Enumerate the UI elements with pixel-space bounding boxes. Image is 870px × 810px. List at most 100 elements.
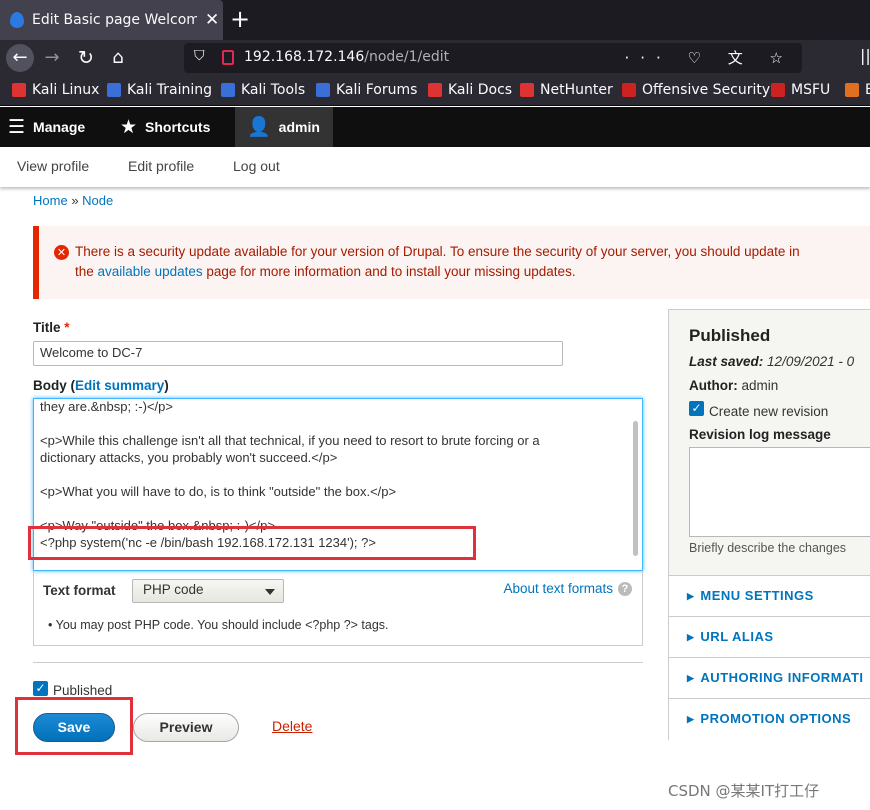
triangle-right-icon: ▶: [687, 673, 695, 683]
bookmark-item[interactable]: Offensive Security: [622, 82, 770, 98]
hamburger-icon: ☰: [8, 116, 26, 138]
textarea-scrollbar[interactable]: [633, 421, 638, 556]
breadcrumb-node[interactable]: Node: [82, 193, 113, 208]
bookmark-item[interactable]: Kali Forums: [316, 82, 417, 98]
bookmark-label: Offensive Security: [642, 82, 771, 98]
required-marker: *: [64, 320, 70, 335]
url-bar[interactable]: ⛉ 192.168.172.146/node/1/edit ··· ♡ 文 ☆: [184, 43, 802, 73]
triangle-right-icon: ▶: [687, 632, 695, 642]
library-icon[interactable]: |||\: [860, 46, 870, 65]
breadcrumb-separator: »: [71, 193, 79, 208]
published-checkbox[interactable]: ✓: [33, 681, 48, 696]
revision-log-label-text: Revision log message: [689, 427, 831, 442]
bookmark-item[interactable]: E: [845, 82, 870, 98]
close-tab-icon[interactable]: ✕: [205, 10, 219, 30]
log-out-link[interactable]: Log out: [233, 158, 280, 174]
bookmark-icon: [520, 83, 534, 97]
url-text[interactable]: 192.168.172.146/node/1/edit: [244, 49, 449, 65]
toolbar-shortcuts-label: Shortcuts: [145, 119, 211, 135]
body-code-line: dictionary attacks, you probably won't s…: [40, 450, 338, 465]
bookmark-item[interactable]: Kali Tools: [221, 82, 305, 98]
drupal-favicon-icon: [10, 12, 24, 28]
author: Author: admin: [689, 378, 778, 393]
published-label: Published: [53, 683, 113, 698]
last-saved-label: Last saved:: [689, 354, 764, 369]
user-icon: 👤: [247, 117, 271, 138]
alert-line-1: There is a security update available for…: [75, 244, 800, 259]
available-updates-link[interactable]: available updates: [98, 264, 203, 279]
about-text-formats-link[interactable]: About text formats ?: [503, 581, 632, 596]
back-button[interactable]: ←: [6, 44, 34, 72]
tab-title: Edit Basic page Welcome: [32, 12, 197, 28]
triangle-right-icon: ▶: [687, 591, 695, 601]
text-format-value: PHP code: [143, 582, 204, 597]
bookmark-item[interactable]: Kali Docs: [428, 82, 512, 98]
bookmark-label: MSFU: [791, 82, 831, 98]
edit-profile-link[interactable]: Edit profile: [128, 158, 194, 174]
toolbar-admin[interactable]: 👤 admin: [235, 107, 333, 147]
url-path: /node/1/edit: [364, 49, 450, 65]
admin-tray: View profile Edit profile Log out: [0, 147, 870, 187]
bookmark-item[interactable]: MSFU: [771, 82, 830, 98]
authoring-information-section[interactable]: ▶ AUTHORING INFORMATI: [669, 657, 870, 698]
preview-button[interactable]: Preview: [133, 713, 239, 742]
reload-button[interactable]: ↻: [72, 44, 100, 72]
divider: [33, 662, 643, 663]
browser-nav-bar: ← → ↻ ⌂ ⛉ 192.168.172.146/node/1/edit ··…: [0, 40, 870, 76]
url-action-icons[interactable]: ··· ♡ 文 ☆: [624, 47, 794, 68]
revision-log-description: Briefly describe the changes: [689, 541, 847, 555]
revision-log-textarea[interactable]: [689, 447, 870, 537]
toolbar-manage[interactable]: ☰ Manage: [8, 107, 85, 147]
url-host: 192.168.172.146: [244, 49, 365, 65]
browser-tab[interactable]: Edit Basic page Welcome ✕: [0, 0, 223, 40]
text-format-select[interactable]: PHP code: [132, 579, 284, 603]
drupal-toolbar: ☰ Manage ★ Shortcuts 👤 admin: [0, 107, 870, 147]
breadcrumb-home[interactable]: Home: [33, 193, 68, 208]
shield-icon[interactable]: ⛉: [194, 48, 205, 64]
bookmark-icon: [428, 83, 442, 97]
bookmark-item[interactable]: NetHunter: [520, 82, 613, 98]
title-input[interactable]: Welcome to DC-7: [33, 341, 563, 366]
bookmark-item[interactable]: Kali Linux: [12, 82, 99, 98]
body-code-line: they are.&nbsp; :-)</p>: [40, 399, 173, 414]
breadcrumb: Home » Node: [33, 193, 113, 208]
bookmark-label: NetHunter: [540, 82, 613, 98]
toolbar-manage-label: Manage: [33, 119, 86, 135]
last-saved-value: 12/09/2021 - 0: [763, 354, 855, 369]
bookmark-icon: [107, 83, 121, 97]
view-profile-link[interactable]: View profile: [17, 158, 89, 174]
toolbar-shortcuts[interactable]: ★ Shortcuts: [120, 107, 210, 147]
alert-suffix: page for more information and to install…: [202, 264, 576, 279]
bookmark-item[interactable]: Kali Training: [107, 82, 212, 98]
screen: Edit Basic page Welcome ✕ + ← → ↻ ⌂ ⛉ 19…: [0, 0, 870, 810]
insecure-lock-icon[interactable]: [222, 50, 234, 65]
bookmark-label: E: [865, 82, 870, 98]
author-value: admin: [737, 378, 779, 393]
bookmark-label: Kali Forums: [336, 82, 418, 98]
bookmark-icon: [12, 83, 26, 97]
error-icon: ✕: [54, 245, 69, 260]
save-button-highlight: [15, 697, 133, 755]
body-code-line: <p>What you will have to do, is to think…: [40, 484, 397, 499]
forward-button[interactable]: →: [38, 44, 66, 72]
bookmark-label: Kali Linux: [32, 82, 100, 98]
promotion-options-section[interactable]: ▶ PROMOTION OPTIONS: [669, 698, 870, 740]
bookmark-icon: [845, 83, 859, 97]
create-revision-checkbox[interactable]: ✓: [689, 401, 704, 416]
edit-summary-link[interactable]: Edit summary: [75, 378, 164, 393]
url-alias-section[interactable]: ▶ URL ALIAS: [669, 616, 870, 657]
alert-message: There is a security update available for…: [75, 242, 870, 282]
authoring-information-text: AUTHORING INFORMATI: [700, 670, 864, 685]
menu-settings-section[interactable]: ▶ MENU SETTINGS: [669, 575, 870, 616]
body-code-line: [40, 415, 625, 432]
body-code-line: <p>While this challenge isn't all that t…: [40, 433, 540, 448]
home-button[interactable]: ⌂: [104, 44, 132, 72]
body-code-line: [40, 466, 625, 483]
url-alias-text: URL ALIAS: [700, 629, 774, 644]
promotion-options-label: ▶ PROMOTION OPTIONS: [687, 711, 851, 726]
promotion-options-text: PROMOTION OPTIONS: [700, 711, 852, 726]
new-tab-button[interactable]: +: [230, 6, 250, 32]
delete-link[interactable]: Delete: [272, 718, 312, 734]
body-label: Body (Edit summary): [33, 378, 169, 393]
body-code-line: [40, 500, 625, 517]
